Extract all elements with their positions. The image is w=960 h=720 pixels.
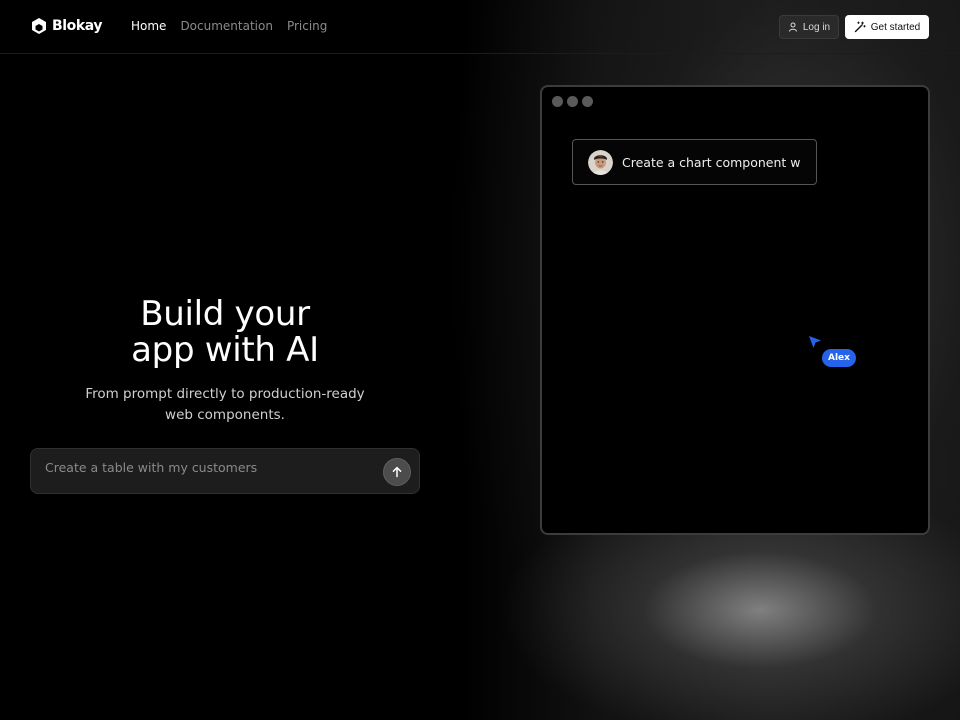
brand-logo[interactable]: Blokay — [30, 17, 103, 35]
chat-message-bubble: Create a chart component w — [572, 139, 817, 185]
hero-subtitle-line-2: web components. — [165, 407, 285, 423]
app-preview-window: Create a chart component w Alex — [540, 85, 930, 535]
arrow-up-icon — [392, 466, 402, 478]
send-button[interactable] — [383, 458, 411, 486]
hero-title-line-2: app with AI — [131, 330, 319, 370]
get-started-button[interactable]: Get started — [845, 15, 929, 39]
brand-name: Blokay — [52, 18, 103, 34]
chat-message-text: Create a chart component w — [622, 154, 801, 170]
cursor-user-label: Alex — [822, 349, 856, 367]
hero-section: Build your app with AI From prompt direc… — [30, 296, 420, 426]
nav-home[interactable]: Home — [131, 19, 166, 33]
window-dot-icon — [567, 96, 578, 107]
hero-subtitle: From prompt directly to production-ready… — [30, 384, 420, 426]
window-dot-icon — [582, 96, 593, 107]
window-controls — [552, 96, 593, 107]
top-navbar: Blokay Home Documentation Pricing Log in… — [0, 0, 960, 54]
hero-title: Build your app with AI — [30, 296, 420, 368]
cube-logo-icon — [32, 18, 46, 34]
pointer-cursor-icon — [809, 336, 821, 348]
hero-subtitle-line-1: From prompt directly to production-ready — [85, 386, 365, 402]
user-icon — [788, 22, 797, 32]
magic-wand-icon — [854, 21, 866, 33]
user-avatar-icon — [588, 149, 613, 175]
main-nav: Home Documentation Pricing — [131, 19, 327, 33]
avatar — [588, 149, 613, 175]
login-button[interactable]: Log in — [779, 15, 839, 39]
login-label: Log in — [802, 21, 831, 33]
prompt-box — [30, 448, 420, 494]
nav-pricing[interactable]: Pricing — [287, 19, 327, 33]
hero-title-line-1: Build your — [140, 294, 310, 334]
prompt-input[interactable] — [45, 457, 365, 477]
window-dot-icon — [552, 96, 563, 107]
get-started-label: Get started — [870, 21, 921, 33]
nav-documentation[interactable]: Documentation — [180, 19, 273, 33]
